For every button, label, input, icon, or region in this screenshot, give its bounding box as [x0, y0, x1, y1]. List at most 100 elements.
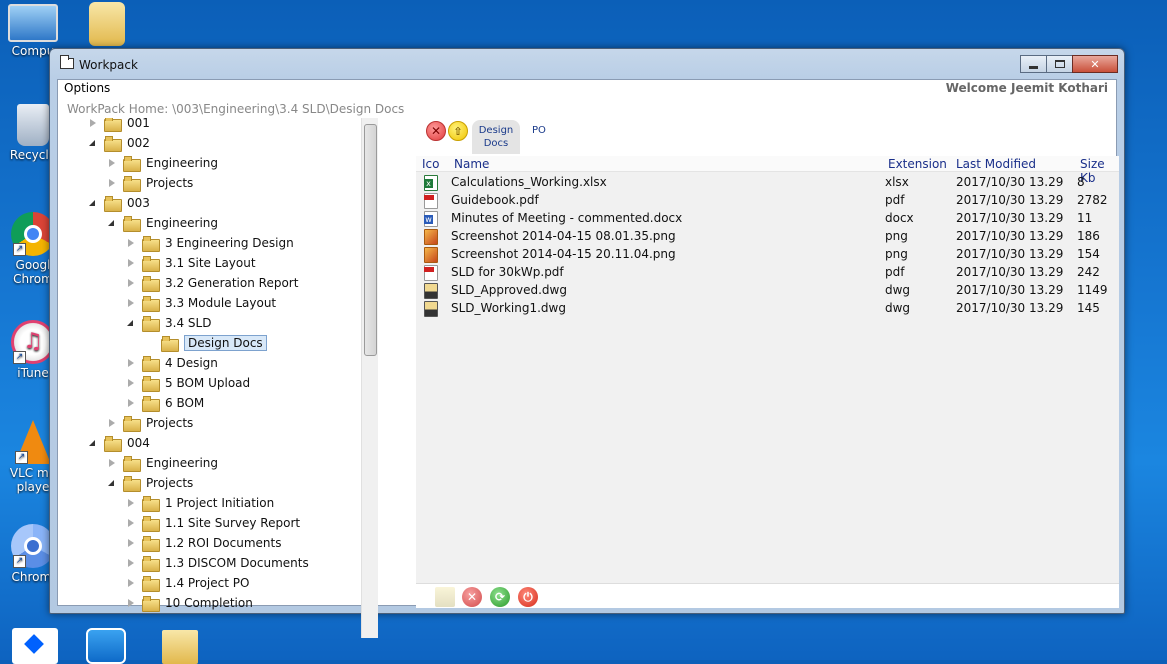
tree-item[interactable]: 6 BOM	[126, 394, 204, 412]
menu-options[interactable]: Options	[64, 81, 110, 95]
chevron-right-icon[interactable]	[126, 578, 136, 588]
cancel-button[interactable]: ✕	[462, 587, 482, 607]
dropbox-icon[interactable]	[12, 628, 58, 664]
tree-item[interactable]: 3 Engineering Design	[126, 234, 294, 252]
file-row[interactable]: SLD_Approved.dwg dwg 2017/10/30 13.29 1149	[416, 281, 1119, 299]
client-area: Options Welcome Jeemit Kothari WorkPack …	[57, 79, 1119, 638]
column-header-last-modified[interactable]: Last Modified	[956, 157, 1036, 171]
tree-item-label: 1 Project Initiation	[165, 496, 275, 510]
chevron-down-icon[interactable]	[107, 218, 117, 228]
chevron-right-icon[interactable]	[107, 458, 117, 468]
chevron-right-icon[interactable]	[126, 398, 136, 408]
close-button[interactable]: ✕	[1072, 55, 1118, 73]
close-icon: ✕	[430, 124, 442, 138]
desktop-icon-folder[interactable]	[72, 2, 142, 48]
tree-item[interactable]: 1.1 Site Survey Report	[126, 514, 300, 532]
tree-item[interactable]: 3.4 SLD	[126, 314, 211, 332]
tree-item[interactable]: 3.2 Generation Report	[126, 274, 298, 292]
column-header-extension[interactable]: Extension	[888, 157, 947, 171]
chevron-down-icon[interactable]	[107, 478, 117, 488]
file-size: 242	[1077, 265, 1100, 279]
png-file-icon	[424, 229, 438, 245]
chevron-down-icon[interactable]	[88, 198, 98, 208]
folder-icon	[104, 118, 122, 132]
tree-item[interactable]: 1 Project Initiation	[126, 494, 274, 512]
file-row[interactable]: Calculations_Working.xlsx xlsx 2017/10/30 …	[416, 173, 1119, 191]
tree-item[interactable]: 002	[88, 134, 150, 152]
tree-item-label: 10 Completion	[165, 596, 253, 610]
chevron-right-icon[interactable]	[126, 298, 136, 308]
chevron-down-icon[interactable]	[88, 138, 98, 148]
open-folder-button[interactable]	[435, 587, 455, 607]
tree-scrollbar[interactable]	[361, 118, 378, 638]
tree-item[interactable]: Projects	[107, 414, 193, 432]
folder-icon	[123, 456, 141, 472]
tree-item[interactable]: Design Docs	[145, 334, 267, 352]
tree-item-label: Engineering	[146, 456, 218, 470]
power-button[interactable]: ⏻	[518, 587, 538, 607]
tree-item[interactable]: Projects	[107, 174, 193, 192]
tree-item[interactable]: 1.3 DISCOM Documents	[126, 554, 309, 572]
close-tab-button[interactable]: ✕	[426, 121, 446, 141]
tab-design-docs[interactable]: Design Docs	[472, 120, 520, 154]
chevron-right-icon[interactable]	[88, 118, 98, 128]
file-row[interactable]: Screenshot 2014-04-15 08.01.35.png png 201…	[416, 227, 1119, 245]
tree-item[interactable]: Engineering	[107, 214, 218, 232]
file-row[interactable]: Minutes of Meeting - commented.docx docx 2…	[416, 209, 1119, 227]
tree-item[interactable]: Engineering	[107, 154, 218, 172]
tree-item[interactable]: 003	[88, 194, 150, 212]
chevron-right-icon[interactable]	[126, 238, 136, 248]
file-row[interactable]: SLD for 30kWp.pdf pdf 2017/10/30 13.29 242	[416, 263, 1119, 281]
minimize-button[interactable]	[1020, 55, 1047, 73]
title-bar[interactable]: Workpack ✕	[50, 49, 1124, 79]
chevron-right-icon[interactable]	[126, 358, 136, 368]
tree-item[interactable]: 4 Design	[126, 354, 218, 372]
tree-item[interactable]: 004	[88, 434, 150, 452]
maximize-button[interactable]	[1046, 55, 1073, 73]
tree-item[interactable]: Engineering	[107, 454, 218, 472]
docx-file-icon	[424, 211, 438, 227]
up-folder-button[interactable]: ⇧	[448, 121, 468, 141]
chevron-right-icon[interactable]	[126, 518, 136, 528]
column-header-ico[interactable]: Ico	[422, 157, 439, 171]
file-size: 145	[1077, 301, 1100, 315]
chevron-right-icon[interactable]	[126, 278, 136, 288]
folder-icon	[142, 556, 160, 572]
file-row[interactable]: Guidebook.pdf pdf 2017/10/30 13.29 2782	[416, 191, 1119, 209]
column-header-name[interactable]: Name	[454, 157, 489, 171]
tree-item[interactable]: 3.3 Module Layout	[126, 294, 276, 312]
sync-button[interactable]: ⟳	[490, 587, 510, 607]
file-last-modified: 2017/10/30 13.29	[956, 193, 1064, 207]
tree-item-label: 1.3 DISCOM Documents	[165, 556, 309, 570]
chevron-right-icon[interactable]	[126, 558, 136, 568]
tree-item-label: Projects	[146, 476, 194, 490]
chevron-right-icon[interactable]	[107, 418, 117, 428]
chevron-down-icon[interactable]	[126, 318, 136, 328]
chevron-right-icon[interactable]	[126, 498, 136, 508]
welcome-text: Welcome Jeemit Kothari	[945, 81, 1108, 95]
file-row[interactable]: Screenshot 2014-04-15 20.11.04.png png 201…	[416, 245, 1119, 263]
file-list[interactable]: Ico Name Extension Last Modified Size Kb…	[416, 156, 1119, 583]
tab-po[interactable]: PO	[532, 125, 546, 136]
chevron-right-icon[interactable]	[107, 178, 117, 188]
folder-tree[interactable]: 001 002 Engineering Projects 003 Engineering 3…	[58, 118, 378, 640]
scrollbar-thumb[interactable]	[364, 124, 377, 356]
tree-item[interactable]: 001	[88, 118, 150, 132]
tree-item[interactable]: 1.4 Project PO	[126, 574, 249, 592]
chevron-right-icon[interactable]	[126, 258, 136, 268]
tree-item[interactable]: 1.2 ROI Documents	[126, 534, 281, 552]
tree-item[interactable]: 10 Completion	[126, 594, 253, 612]
chevron-right-icon[interactable]	[126, 598, 136, 608]
file-extension: png	[885, 229, 908, 243]
tree-item[interactable]: 3.1 Site Layout	[126, 254, 256, 272]
tree-item[interactable]: 5 BOM Upload	[126, 374, 250, 392]
up-arrow-icon: ⇧	[453, 124, 463, 138]
chevron-down-icon[interactable]	[88, 438, 98, 448]
file-extension: png	[885, 247, 908, 261]
file-row[interactable]: SLD_Working1.dwg dwg 2017/10/30 13.29 145	[416, 299, 1119, 317]
chevron-right-icon[interactable]	[126, 378, 136, 388]
tree-item[interactable]: Projects	[107, 474, 193, 492]
chevron-right-icon[interactable]	[107, 158, 117, 168]
chevron-right-icon[interactable]	[126, 538, 136, 548]
power-icon: ⏻	[523, 589, 533, 604]
